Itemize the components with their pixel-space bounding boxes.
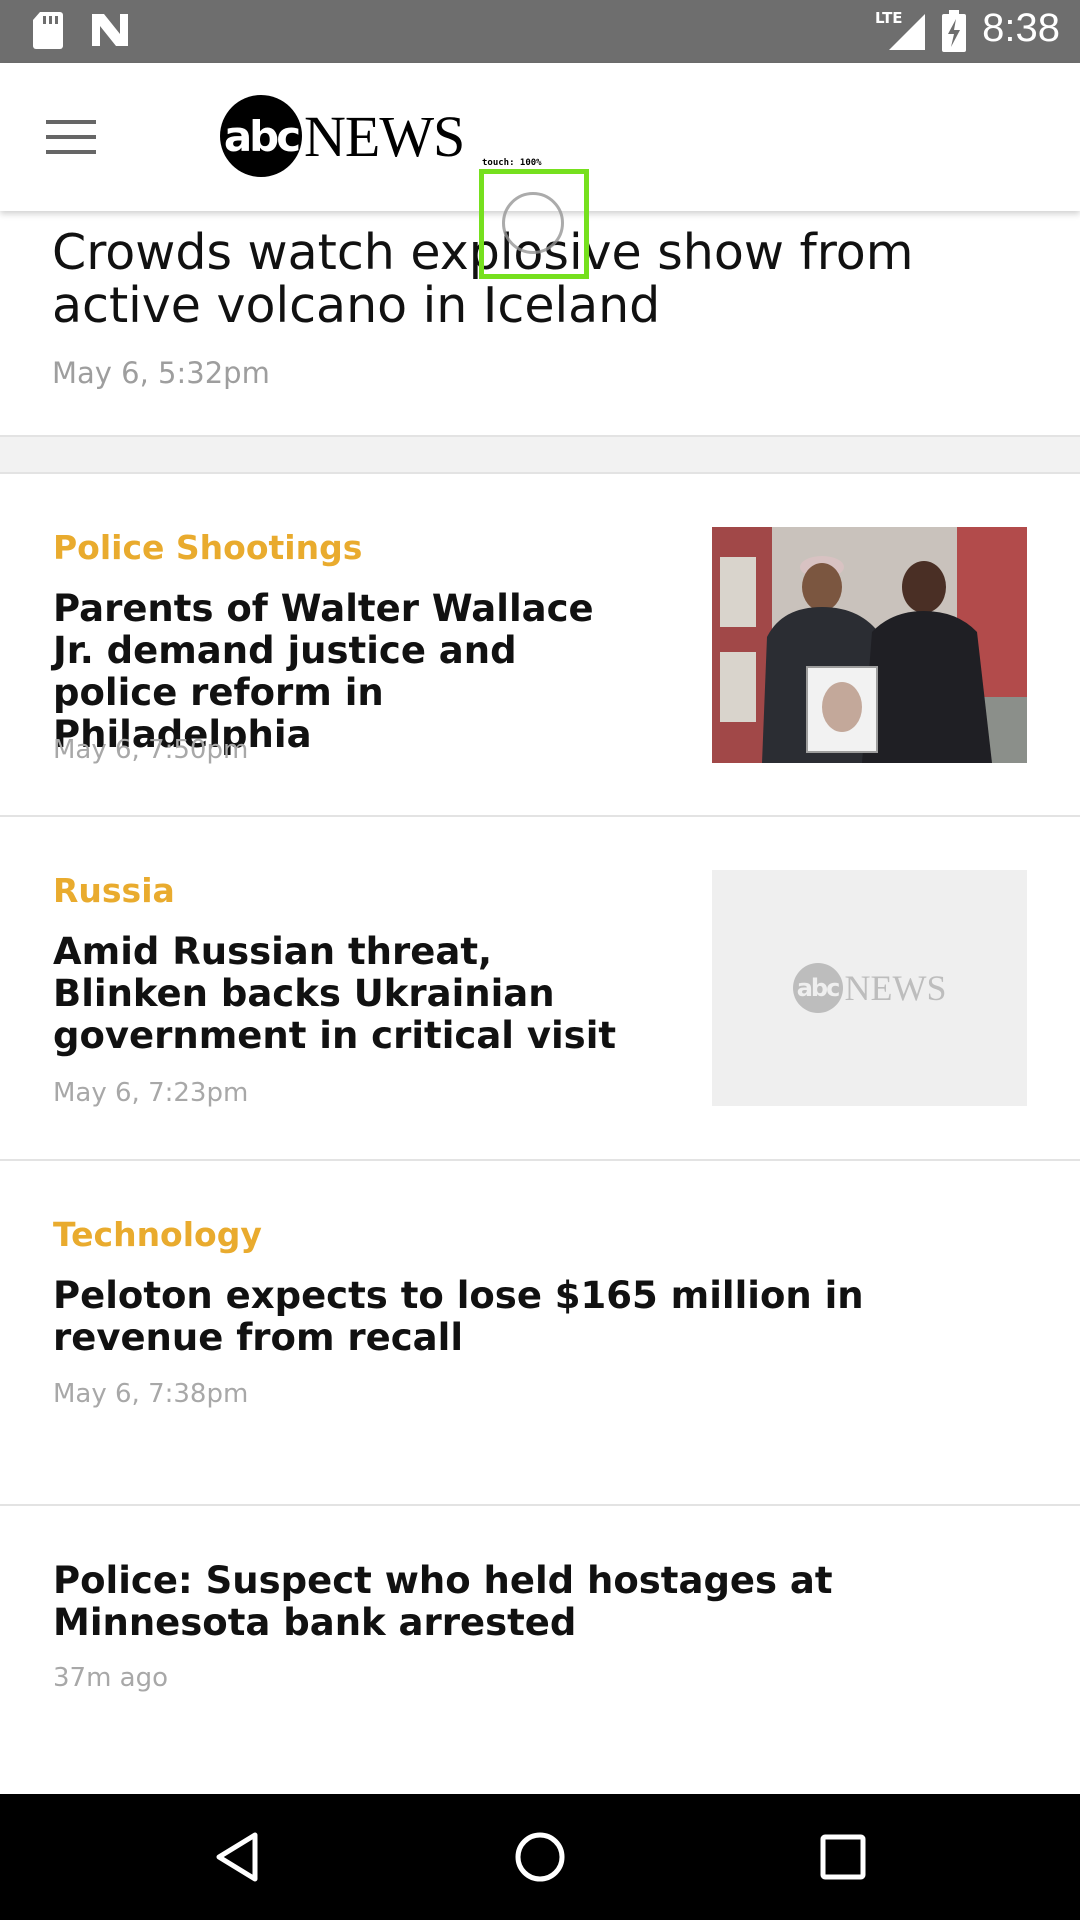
hamburger-menu-icon[interactable] — [36, 105, 108, 169]
article-timestamp: 37m ago — [53, 1663, 169, 1693]
article-headline: Peloton expects to lose $165 million in … — [53, 1274, 864, 1359]
back-icon[interactable] — [204, 1824, 270, 1890]
placeholder-news-text: NEWS — [844, 968, 947, 1008]
system-nav-bar — [0, 1794, 1080, 1920]
list-item[interactable]: Russia Amid Russian threat, Blinken back… — [0, 817, 1080, 1159]
article-timestamp: May 6, 7:23pm — [53, 1078, 249, 1108]
article-timestamp: May 6, 7:50pm — [53, 735, 249, 765]
home-icon[interactable] — [507, 1824, 573, 1890]
battery-charging-icon — [940, 10, 968, 57]
touch-indicator-label: touch: 100% — [482, 158, 542, 168]
logo-news-text: NEWS — [304, 103, 465, 169]
article-headline: Amid Russian threat, Blinken backs Ukrai… — [53, 930, 617, 1057]
placeholder-abc-text: abc — [796, 974, 841, 1002]
logo-abc-circle: abc — [220, 95, 302, 177]
article-category[interactable]: Police Shootings — [53, 528, 362, 567]
lte-signal-icon: LTE — [875, 8, 931, 57]
list-item[interactable]: Police: Suspect who held hostages at Min… — [0, 1506, 1080, 1794]
recents-icon[interactable] — [810, 1824, 876, 1890]
svg-text:LTE: LTE — [875, 9, 903, 27]
article-timestamp: May 6, 7:38pm — [53, 1379, 249, 1409]
hero-timestamp: May 6, 5:32pm — [52, 356, 270, 390]
notification-n-icon — [90, 12, 130, 53]
list-item[interactable]: Police Shootings Parents of Walter Walla… — [0, 474, 1080, 815]
article-thumbnail — [712, 527, 1027, 763]
status-clock: 8:38 — [982, 6, 1060, 50]
placeholder-abc-logo: abc — [792, 963, 843, 1013]
list-item[interactable]: Technology Peloton expects to lose $165 … — [0, 1161, 1080, 1504]
article-category[interactable]: Technology — [53, 1215, 262, 1254]
logo-abc-text: abc — [223, 111, 301, 161]
status-bar: LTE 8:38 — [0, 0, 1080, 63]
section-separator — [0, 437, 1080, 472]
article-headline: Police: Suspect who held hostages at Min… — [53, 1559, 833, 1644]
touch-indicator-circle — [502, 192, 564, 254]
abc-news-logo[interactable]: abc NEWS — [220, 93, 465, 179]
article-thumbnail-placeholder: abc NEWS — [712, 870, 1027, 1106]
article-category[interactable]: Russia — [53, 871, 175, 910]
sd-card-icon — [32, 10, 64, 55]
article-headline: Parents of Walter Wallace Jr. demand jus… — [53, 587, 594, 756]
